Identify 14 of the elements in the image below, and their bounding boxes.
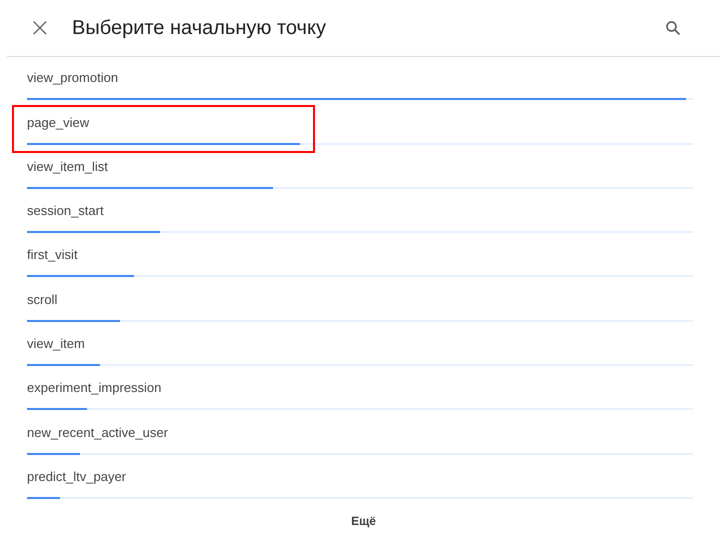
event-name[interactable]: experiment_impression — [27, 380, 162, 396]
event-name[interactable]: view_promotion — [27, 70, 118, 86]
event-name[interactable]: page_view — [27, 114, 90, 130]
event-name[interactable]: view_item — [27, 336, 85, 352]
close-button[interactable]: × — [29, 19, 47, 37]
event-name[interactable]: scroll — [27, 292, 58, 307]
event-name[interactable]: view_item_list — [27, 158, 108, 174]
more-button[interactable]: Ещё — [343, 510, 384, 532]
dialog-title: Выберите начальную точку — [72, 16, 327, 40]
search-icon[interactable] — [664, 19, 682, 37]
event-name[interactable]: predict_ltv_payer — [27, 468, 126, 484]
event-name[interactable]: first_visit — [27, 247, 78, 262]
event-name[interactable]: new_recent_active_user — [27, 424, 168, 440]
event-name[interactable]: session_start — [27, 203, 104, 218]
